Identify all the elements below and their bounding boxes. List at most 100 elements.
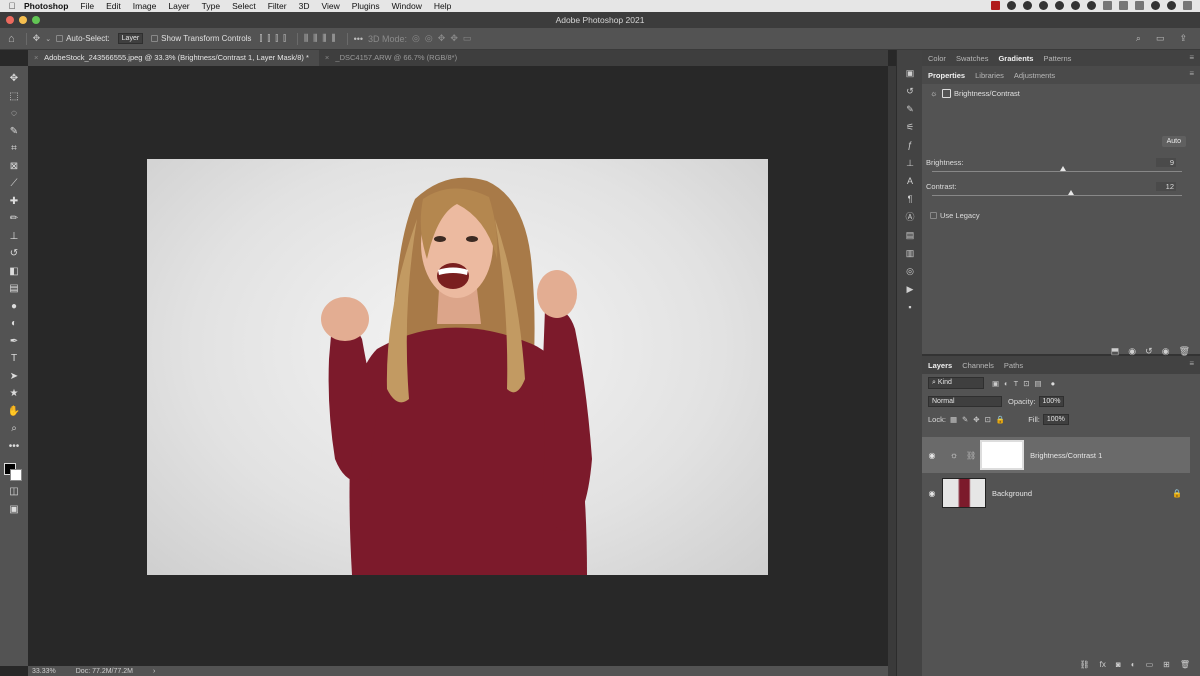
record-icon[interactable] <box>991 1 1000 10</box>
eraser-tool-icon[interactable]: ◧ <box>0 263 28 281</box>
moon-icon[interactable] <box>1055 1 1064 10</box>
layer-mask-thumbnail[interactable] <box>980 440 1025 470</box>
creative-cloud-icon[interactable] <box>1023 1 1032 10</box>
control-center-icon[interactable] <box>1183 1 1192 10</box>
use-legacy-checkbox[interactable] <box>930 212 937 219</box>
menu-view[interactable]: View <box>321 1 339 11</box>
menu-select[interactable]: Select <box>232 1 256 11</box>
quick-mask-icon[interactable]: ◫ <box>0 483 28 501</box>
tab-color[interactable]: Color <box>928 54 946 63</box>
menu-plugins[interactable]: Plugins <box>352 1 380 11</box>
brightness-value[interactable]: 9 <box>1156 158 1176 167</box>
layer-background[interactable]: ◉ Background 🔒 <box>922 475 1190 511</box>
clone-stamp-tool-icon[interactable]: ⊥ <box>0 228 28 246</box>
auto-select-checkbox[interactable] <box>56 35 64 42</box>
align-bottom-icon[interactable]: ⫼ <box>322 33 326 44</box>
search-icon[interactable] <box>1167 1 1176 10</box>
minimize-window-button[interactable] <box>19 16 27 24</box>
chevron-down-icon[interactable]: ⌄ <box>45 35 51 43</box>
screen-mode-icon[interactable]: ▣ <box>0 501 28 519</box>
align-center-icon[interactable]: ⫿ <box>267 33 270 44</box>
quick-select-tool-icon[interactable]: ✎ <box>0 123 28 141</box>
auto-select-option[interactable]: Auto-Select: <box>56 34 110 43</box>
notes-icon[interactable]: ▥ <box>897 244 923 262</box>
shape-tool-icon[interactable]: ★ <box>0 385 28 403</box>
opacity-value[interactable]: 100% <box>1038 395 1065 407</box>
filter-toggle-icon[interactable]: ● <box>1051 379 1056 388</box>
panel-menu-icon[interactable]: ≡ <box>1189 69 1194 78</box>
learn-icon[interactable]: ▣ <box>897 64 923 82</box>
color-swatches[interactable] <box>0 455 28 483</box>
visibility-eye-icon[interactable]: ◉ <box>922 451 942 460</box>
dodge-tool-icon[interactable]: ◐ <box>0 315 28 333</box>
window-icon[interactable] <box>1103 1 1112 10</box>
tool-presets-icon[interactable]: ƒ <box>897 136 923 154</box>
brush-tool-icon[interactable]: ✏ <box>0 210 28 228</box>
glyphs-icon[interactable]: Ⓐ <box>897 208 923 226</box>
show-transform-checkbox[interactable] <box>151 35 159 42</box>
lock-icon[interactable]: 🔒 <box>1172 489 1182 498</box>
kind-filter-dropdown[interactable]: ⌕ Kind <box>928 377 984 389</box>
gradient-tool-icon[interactable]: ▤ <box>0 280 28 298</box>
layer-mask-icon[interactable] <box>942 88 951 98</box>
menu-3d[interactable]: 3D <box>299 1 310 11</box>
document-canvas-image[interactable] <box>147 159 768 575</box>
healing-brush-tool-icon[interactable]: ✚ <box>0 193 28 211</box>
lasso-tool-icon[interactable]: ◌ <box>0 105 28 123</box>
align-middle-icon[interactable]: ⫼ <box>313 33 317 44</box>
tab-dsc4157[interactable]: × _DSC4157.ARW @ 66.7% (RGB/8*) <box>319 50 467 66</box>
pen-tool-icon[interactable]: ✒ <box>0 333 28 351</box>
3d-camera-icon[interactable]: ▭ <box>463 33 472 44</box>
align-right-icon[interactable]: ⫿ <box>275 33 278 44</box>
menu-image[interactable]: Image <box>133 1 157 11</box>
canvas-area[interactable] <box>28 66 888 666</box>
history-icon[interactable]: ↺ <box>897 82 923 100</box>
clone-source-icon[interactable]: ⊥ <box>897 154 923 172</box>
visibility-eye-icon[interactable]: ◉ <box>922 489 942 498</box>
show-transform-option[interactable]: Show Transform Controls <box>151 34 251 43</box>
link-layers-icon[interactable]: ⛓ <box>1080 660 1090 669</box>
close-tab-icon[interactable]: × <box>325 53 329 62</box>
auto-select-dropdown[interactable]: Layer <box>117 33 144 44</box>
menu-layer[interactable]: Layer <box>168 1 189 11</box>
adjustments-icon[interactable]: ⚟ <box>897 118 923 136</box>
zoom-window-button[interactable] <box>32 16 40 24</box>
gear-icon[interactable] <box>1007 1 1016 10</box>
battery-icon[interactable] <box>1119 1 1128 10</box>
tab-properties[interactable]: Properties <box>928 71 965 80</box>
contrast-track[interactable] <box>932 195 1182 196</box>
fill-value[interactable]: 100% <box>1042 413 1069 425</box>
tab-libraries[interactable]: Libraries <box>975 71 1004 80</box>
menu-edit[interactable]: Edit <box>106 1 121 11</box>
close-window-button[interactable] <box>6 16 14 24</box>
use-legacy-option[interactable]: Use Legacy <box>930 211 980 220</box>
menu-window[interactable]: Window <box>392 1 422 11</box>
tab-adobestock[interactable]: × AdobeStock_243566555.jpeg @ 33.3% (Bri… <box>28 50 319 66</box>
move-tool-icon[interactable]: ✥ <box>33 33 41 44</box>
tab-adjustments[interactable]: Adjustments <box>1014 71 1055 80</box>
new-adjustment-icon[interactable]: ◐ <box>1131 660 1136 669</box>
add-mask-icon[interactable]: ◙ <box>1116 660 1121 669</box>
menu-file[interactable]: File <box>80 1 94 11</box>
vertical-scrollbar[interactable] <box>888 66 896 676</box>
align-left-icon[interactable]: ⫿ <box>259 33 262 44</box>
tab-layers[interactable]: Layers <box>928 361 952 370</box>
new-layer-icon[interactable]: ⊞ <box>1163 660 1170 669</box>
align-top-icon[interactable]: ⫿ <box>283 33 286 44</box>
tab-patterns[interactable]: Patterns <box>1043 54 1071 63</box>
auto-button[interactable]: Auto <box>1161 136 1186 147</box>
brightness-thumb[interactable] <box>1060 166 1066 171</box>
lock-icons[interactable]: ▦✎✥⊡🔒 <box>950 415 1010 424</box>
new-group-icon[interactable]: ▭ <box>1146 660 1154 669</box>
zoom-tool-icon[interactable]: ⌕ <box>0 420 28 438</box>
workspace-icon[interactable]: ▭ <box>1156 33 1165 44</box>
skype-icon[interactable] <box>1039 1 1048 10</box>
type-tool-icon[interactable]: T <box>0 350 28 368</box>
more-options-button[interactable]: ••• <box>354 34 363 44</box>
edit-toolbar-icon[interactable]: ••• <box>0 438 28 456</box>
panel-menu-icon[interactable]: ≡ <box>1189 53 1194 62</box>
share-icon[interactable]: ⇪ <box>1179 33 1187 44</box>
contrast-value[interactable]: 12 <box>1156 182 1176 191</box>
search-icon[interactable]: ⌕ <box>1136 33 1141 44</box>
layer-thumbnail[interactable] <box>942 478 986 508</box>
